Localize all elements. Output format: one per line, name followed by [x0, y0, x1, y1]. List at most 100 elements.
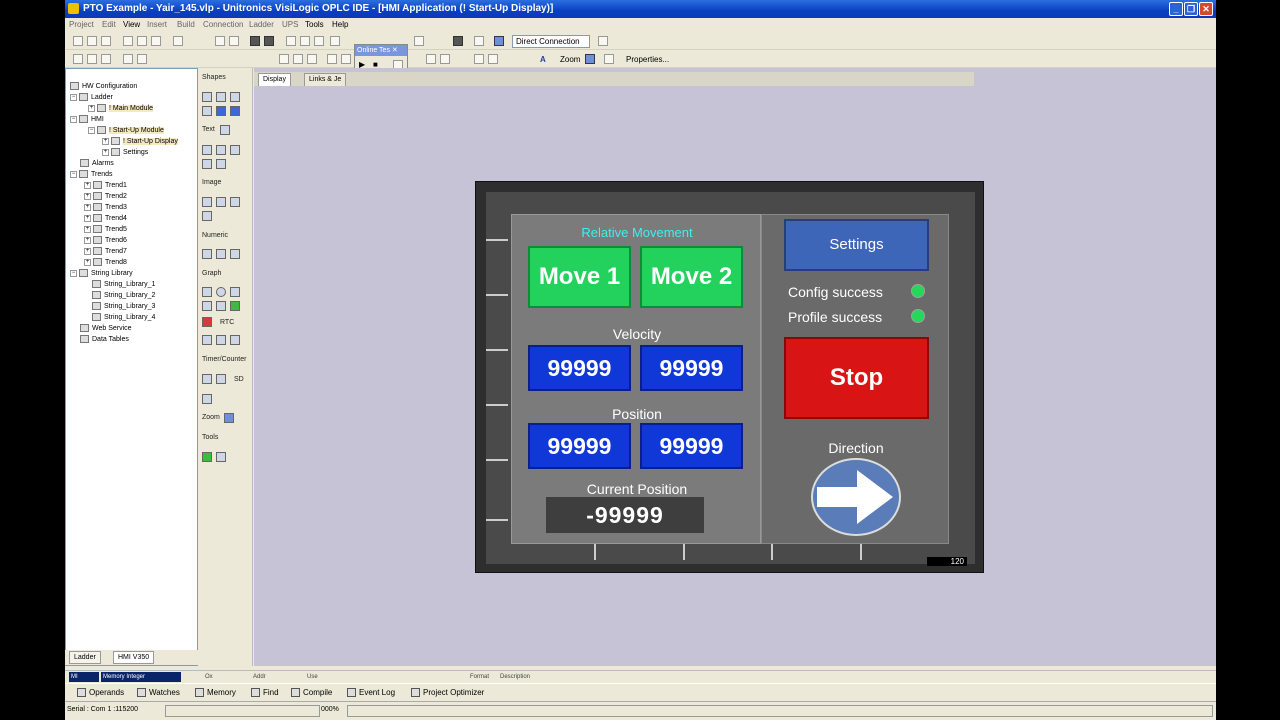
polygon-tool-icon[interactable] — [202, 106, 212, 116]
tab-operands[interactable]: Operands — [77, 686, 124, 699]
tab-watches[interactable]: Watches — [137, 686, 180, 699]
tree-item[interactable]: + Trend1 — [84, 180, 127, 191]
section-zoom[interactable]: Zoom — [202, 414, 220, 421]
tree-item[interactable]: + Trend3 — [84, 202, 127, 213]
move1-button[interactable]: Move 1 — [528, 246, 631, 308]
tree-item[interactable]: +! Start-Up Display — [102, 136, 178, 147]
tree-item[interactable]: Web Service — [80, 323, 132, 334]
cut-icon[interactable] — [123, 36, 133, 46]
counter-icon[interactable] — [216, 374, 226, 384]
position1-field[interactable]: 99999 — [528, 423, 631, 469]
level-icon[interactable] — [230, 301, 240, 311]
numeric-list-icon[interactable] — [230, 249, 240, 259]
rectangle-tool-icon[interactable] — [202, 92, 212, 102]
text-var-icon[interactable] — [216, 145, 226, 155]
align-left-icon[interactable] — [73, 54, 83, 64]
menu-edit[interactable]: Edit — [102, 20, 116, 29]
tree-item[interactable]: + Trend5 — [84, 224, 127, 235]
rtc-tool[interactable]: RTC — [220, 319, 234, 326]
collapse-icon[interactable]: − — [88, 126, 95, 134]
text-tool-icon[interactable]: A — [540, 55, 546, 64]
menu-help[interactable]: Help — [332, 20, 348, 29]
meter-icon[interactable] — [230, 287, 240, 297]
tab-hmi[interactable]: HMI V350 — [113, 651, 155, 664]
tree-item[interactable]: −! Start-Up Module — [88, 125, 164, 136]
gauge-icon[interactable] — [216, 287, 226, 297]
find-icon[interactable] — [414, 36, 424, 46]
trend-graph-icon[interactable] — [202, 301, 212, 311]
tree-item[interactable]: + Trend6 — [84, 235, 127, 246]
tree-item[interactable]: + Trend2 — [84, 191, 127, 202]
expand-icon[interactable]: + — [84, 214, 91, 222]
section-numeric[interactable]: Numeric — [202, 232, 228, 239]
grid-icon[interactable] — [293, 54, 303, 64]
menu-insert[interactable]: Insert — [147, 20, 167, 29]
download-icon[interactable] — [474, 36, 484, 46]
tree-item[interactable]: + Trend8 — [84, 257, 127, 268]
text-hash-var-icon[interactable] — [216, 159, 226, 169]
pointer-icon[interactable] — [488, 54, 498, 64]
expand-icon[interactable]: + — [84, 247, 91, 255]
graph-tool-icon[interactable] — [216, 335, 226, 345]
open-icon[interactable] — [87, 36, 97, 46]
tree-icon[interactable] — [250, 36, 260, 46]
undo-icon[interactable] — [215, 36, 225, 46]
properties-button[interactable]: Properties... — [626, 55, 669, 64]
section-timer-counter[interactable]: Timer/Counter — [202, 356, 246, 363]
frame-tool-icon[interactable] — [230, 106, 240, 116]
menu-connection[interactable]: Connection — [203, 20, 243, 29]
menu-view[interactable]: View — [123, 20, 140, 29]
expand-icon[interactable]: + — [88, 104, 95, 112]
spacing-icon[interactable] — [426, 54, 436, 64]
bar-graph-icon[interactable] — [202, 287, 212, 297]
group-icon[interactable] — [123, 54, 133, 64]
thermometer-icon[interactable] — [202, 317, 212, 327]
send-back-icon[interactable] — [341, 54, 351, 64]
new-icon[interactable] — [73, 36, 83, 46]
text-hash-icon[interactable] — [202, 159, 212, 169]
paste-icon[interactable] — [151, 36, 161, 46]
redo-icon[interactable] — [229, 36, 239, 46]
tree-item[interactable]: Data Tables — [80, 334, 129, 345]
tree-item[interactable]: + Trend7 — [84, 246, 127, 257]
settings-button[interactable]: Settings — [784, 219, 929, 271]
ungroup-icon[interactable] — [137, 54, 147, 64]
tab-links[interactable]: Links & Je — [304, 73, 347, 86]
connection-settings-icon[interactable] — [598, 36, 608, 46]
align-center-icon[interactable] — [87, 54, 97, 64]
delete-icon[interactable] — [173, 36, 183, 46]
tree-item[interactable]: Alarms — [80, 158, 114, 169]
section-text[interactable]: Text — [202, 126, 215, 133]
ellipse-tool-icon[interactable] — [230, 92, 240, 102]
section-shapes[interactable]: Shapes — [202, 74, 226, 81]
display-icon[interactable] — [264, 36, 274, 46]
bring-front-icon[interactable] — [327, 54, 337, 64]
grid-tool-icon[interactable] — [216, 452, 226, 462]
expand-icon[interactable]: + — [84, 258, 91, 266]
velocity1-field[interactable]: 99999 — [528, 345, 631, 391]
snap-icon[interactable] — [307, 54, 317, 64]
zoom-icon[interactable] — [224, 413, 234, 423]
collapse-icon[interactable]: − — [70, 269, 77, 277]
menu-ups[interactable]: UPS — [282, 20, 298, 29]
round-rect-tool-icon[interactable] — [216, 92, 226, 102]
tab-find[interactable]: Find — [251, 686, 279, 699]
image-tool-icon[interactable] — [202, 197, 212, 207]
zoom-icon[interactable] — [585, 54, 595, 64]
restore-button[interactable]: ❐ — [1184, 2, 1198, 16]
menu-project[interactable]: Project — [69, 20, 94, 29]
section-graph[interactable]: Graph — [202, 270, 221, 277]
menu-build[interactable]: Build — [177, 20, 195, 29]
tree-item[interactable]: − HMI — [70, 114, 104, 125]
hmi-icon[interactable] — [300, 36, 310, 46]
velocity2-field[interactable]: 99999 — [640, 345, 743, 391]
stop-button[interactable]: Stop — [784, 337, 929, 419]
image-bit-icon[interactable] — [230, 197, 240, 207]
tree-item[interactable]: String_Library_1 — [92, 279, 155, 290]
save-icon[interactable] — [101, 36, 111, 46]
numeric-display-icon[interactable] — [202, 249, 212, 259]
expand-icon[interactable]: + — [84, 181, 91, 189]
tab-compile[interactable]: Compile — [291, 686, 332, 699]
align-right-icon[interactable] — [101, 54, 111, 64]
numeric-entry-icon[interactable] — [216, 249, 226, 259]
